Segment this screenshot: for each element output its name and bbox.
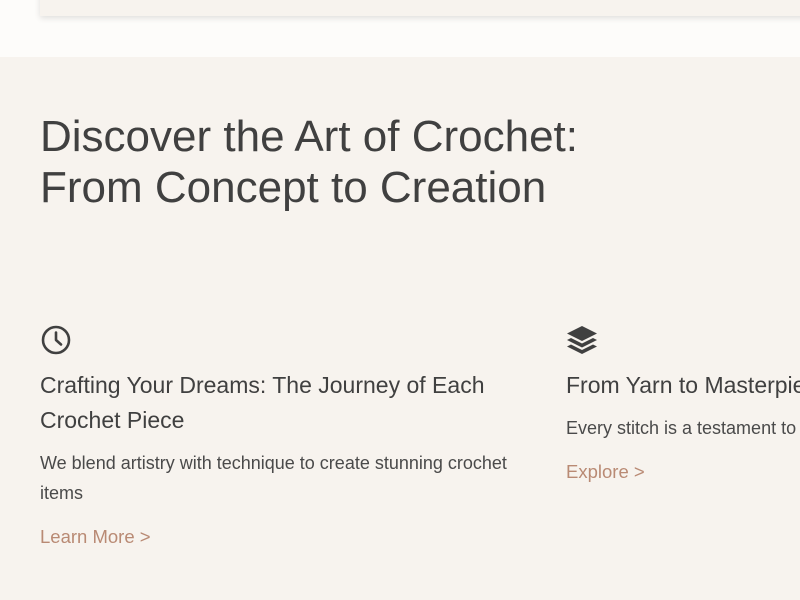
feature-description: We blend artistry with technique to crea…	[40, 453, 507, 503]
previous-section-card	[40, 0, 800, 16]
layers-icon	[567, 326, 597, 354]
learn-more-link[interactable]: Learn More >	[40, 524, 151, 550]
section-headline: Discover the Art of Crochet: From Concep…	[40, 112, 578, 212]
feature-card: From Yarn to Masterpiece: Our Creation P…	[566, 324, 800, 485]
feature-title: From Yarn to Masterpiece: Our Creation P…	[566, 372, 800, 398]
top-band	[0, 0, 800, 57]
feature-description: Every stitch is a testament to our craft…	[566, 418, 800, 438]
feature-card: Crafting Your Dreams: The Journey of Eac…	[40, 324, 530, 550]
clock-icon	[41, 325, 71, 355]
features-section: Discover the Art of Crochet: From Concep…	[0, 57, 800, 600]
feature-title: Crafting Your Dreams: The Journey of Eac…	[40, 372, 485, 433]
explore-link[interactable]: Explore >	[566, 459, 645, 485]
